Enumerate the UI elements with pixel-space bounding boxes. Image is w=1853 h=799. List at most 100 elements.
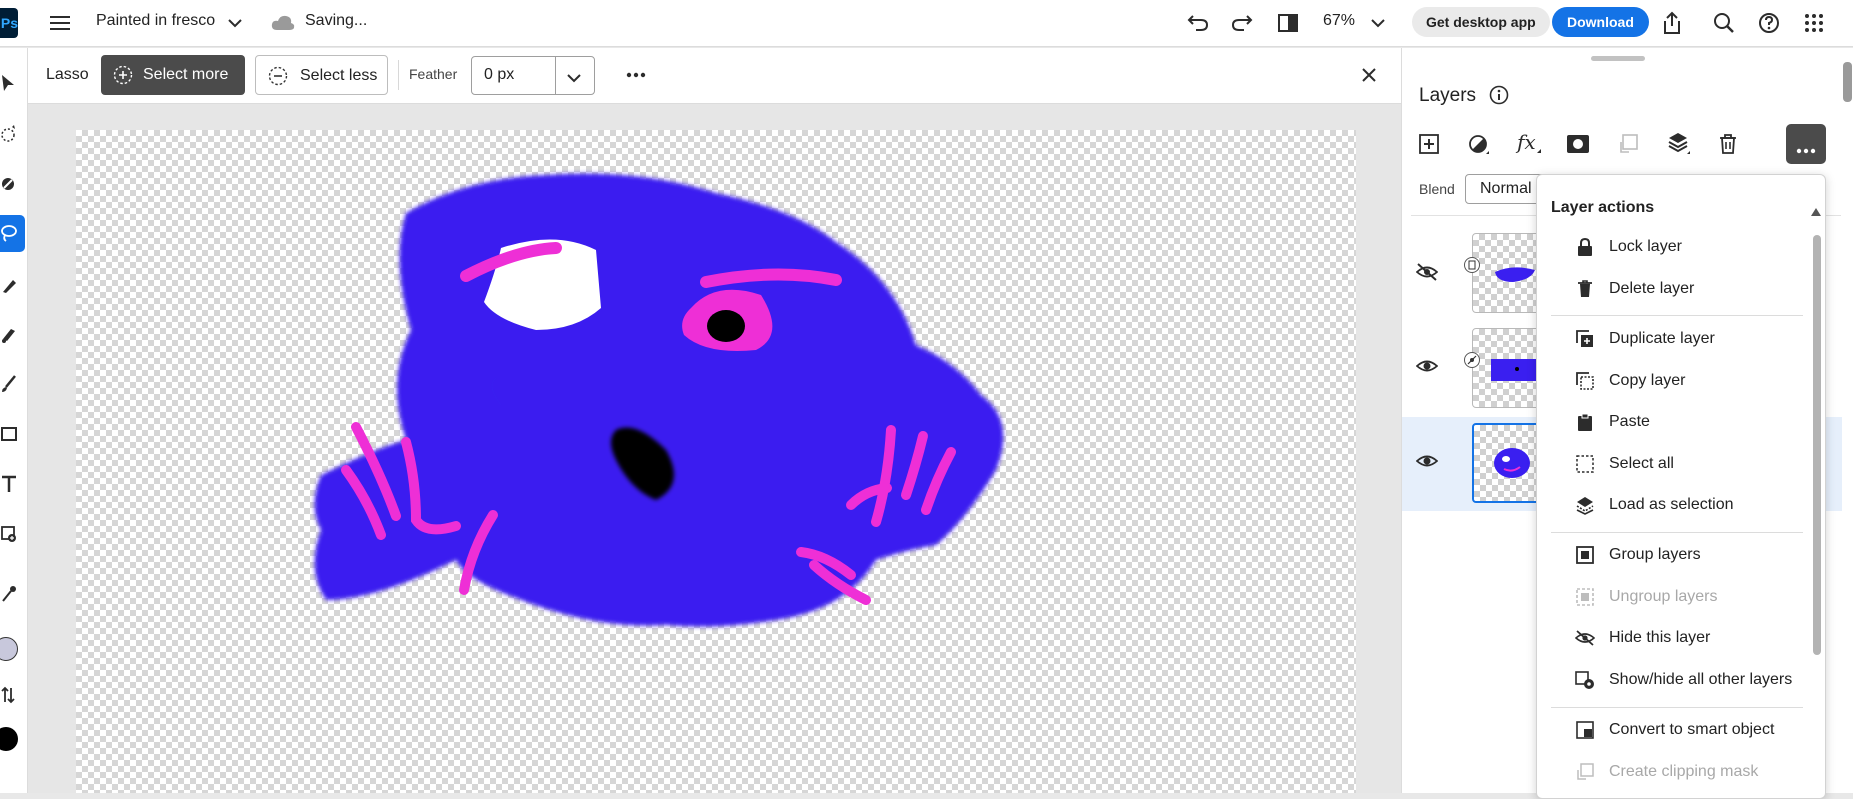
select-less-button[interactable]: Select less [255,55,388,95]
layer-thumbnail[interactable] [1472,328,1542,408]
more-options-icon[interactable] [625,66,647,84]
info-icon[interactable] [1488,84,1510,106]
delete-layer-icon[interactable] [1717,133,1739,155]
lock-icon [1575,237,1595,257]
menu-item-label: Lock layer [1609,238,1682,255]
move-tool-icon[interactable] [0,74,18,94]
menu-item-load-as-selection[interactable]: Load as selection [1575,490,1825,520]
chevron-down-icon[interactable] [225,13,245,33]
panel-title: Layers [1419,85,1477,106]
compare-view-icon[interactable] [1276,11,1300,35]
subtract-selection-icon [268,66,288,91]
ungroup-icon [1575,587,1595,607]
layer-stack-icon[interactable] [1667,131,1691,155]
menu-item-label: Show/hide all other layers [1609,671,1793,688]
swap-colors-icon[interactable] [0,684,16,706]
photoshop-logo: Ps [0,8,18,38]
menu-item-label: Select all [1609,455,1674,472]
rectangle-tool-icon[interactable] [0,424,18,444]
eye-icon[interactable] [1415,358,1439,379]
cloud-sync-icon [270,12,296,34]
hamburger-menu-icon[interactable] [49,12,71,34]
menu-item-delete-layer[interactable]: Delete layer [1575,274,1825,304]
add-image-icon[interactable] [0,523,18,545]
menu-item-convert-to-smart-object[interactable]: Convert to smart object [1575,715,1825,745]
layer-thumbnail[interactable] [1472,233,1542,313]
zoom-chevron-down-icon[interactable] [1368,13,1388,33]
save-status: Saving... [305,12,368,29]
type-tool-icon[interactable] [0,473,18,495]
redo-icon[interactable] [1230,11,1254,35]
share-icon[interactable] [1660,10,1684,36]
feather-field[interactable]: 0 px [471,56,595,95]
menu-item-group-layers[interactable]: Group layers [1575,540,1825,570]
apps-grid-icon[interactable] [1802,11,1826,35]
get-desktop-app-button[interactable]: Get desktop app [1412,7,1550,37]
help-icon[interactable] [1757,11,1781,35]
eye-icon[interactable] [1415,453,1439,474]
panel-scrollbar[interactable] [1843,62,1852,102]
menu-item-duplicate-layer[interactable]: Duplicate layer [1575,324,1825,354]
blend-label: Blend [1419,181,1455,197]
healing-brush-icon[interactable] [0,274,18,296]
feather-input[interactable]: 0 px [484,66,514,84]
svg-text:fx: fx [1515,130,1536,154]
copy-icon [1575,371,1595,391]
menu-item-label: Convert to smart object [1609,721,1775,738]
painting [314,173,1004,627]
menu-item-create-clipping-mask: Create clipping mask [1575,757,1825,787]
download-button[interactable]: Download [1552,7,1649,37]
menu-item-hide-this-layer[interactable]: Hide this layer [1575,623,1825,653]
eye-off-icon[interactable] [1415,263,1439,286]
quick-select-icon[interactable] [0,124,18,144]
menu-item-copy-layer[interactable]: Copy layer [1575,366,1825,396]
feather-chevron-down-icon[interactable] [567,70,581,88]
zoom-level[interactable]: 67% [1323,12,1355,30]
eyedropper-icon[interactable] [0,583,18,605]
menu-item-label: Load as selection [1609,496,1734,513]
select-less-label: Select less [300,67,378,84]
eye-off-icon [1575,628,1595,648]
menu-item-show-hide-other-layers[interactable]: Show/hide all other layers [1575,665,1825,695]
duplicate-icon [1575,329,1595,349]
scroll-up-icon[interactable] [1811,203,1821,221]
fx-effects-icon[interactable]: fx [1515,130,1543,156]
lasso-tool-icon[interactable] [0,222,18,244]
menu-item-label: Delete layer [1609,280,1695,297]
trash-icon [1575,279,1595,299]
menu-item-label: Group layers [1609,546,1701,563]
canvas-area[interactable] [28,104,1401,793]
adjustment-layer-icon[interactable] [1467,133,1491,157]
menu-item-label: Duplicate layer [1609,330,1715,347]
menu-item-label: Hide this layer [1609,629,1711,646]
brush-tool-icon[interactable] [0,373,18,395]
layer-thumbnail[interactable] [1472,423,1542,503]
layer-mask-icon[interactable] [1566,133,1590,155]
artboard[interactable] [76,130,1356,793]
clipboard-icon [1575,412,1595,432]
undo-icon[interactable] [1186,11,1210,35]
menu-item-paste[interactable]: Paste [1575,407,1825,437]
blend-mode-value: Normal [1480,180,1532,197]
add-selection-icon [113,65,133,90]
menu-item-lock-layer[interactable]: Lock layer [1575,232,1825,262]
smart-object-badge-icon [1464,257,1480,273]
layer-actions-button[interactable] [1786,124,1826,164]
menu-title: Layer actions [1551,199,1655,216]
document-title[interactable]: Painted in fresco [96,12,215,30]
adjustment-badge-icon [1464,352,1480,368]
layer-actions-menu: Layer actions Lock layer Delete layer Du… [1536,174,1826,799]
clipping-mask-disabled-icon [1617,133,1639,155]
menu-item-select-all[interactable]: Select all [1575,449,1825,479]
menu-item-ungroup-layers: Ungroup layers [1575,582,1825,612]
menu-divider [1551,707,1803,708]
select-more-button[interactable]: Select more [101,55,245,95]
add-layer-icon[interactable] [1418,133,1440,155]
close-icon[interactable] [1358,64,1380,86]
search-icon[interactable] [1712,11,1736,35]
clone-stamp-icon[interactable] [0,323,18,345]
select-more-label: Select more [143,66,229,83]
object-select-icon[interactable] [0,174,18,194]
show-hide-others-icon [1575,670,1595,690]
panel-drag-handle[interactable] [1591,56,1645,61]
